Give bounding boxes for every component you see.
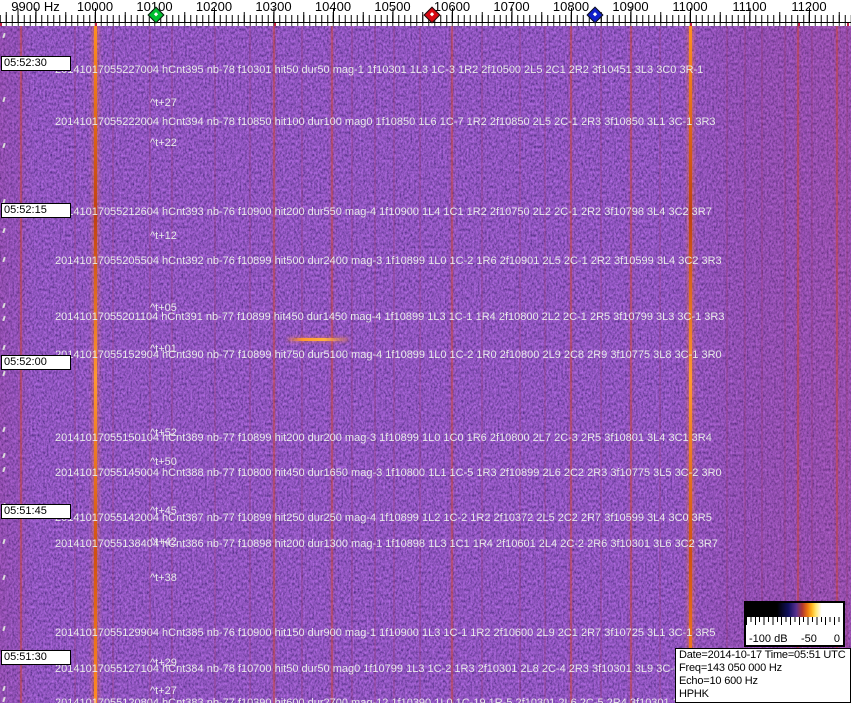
color-scale-min-label: -100 dB	[749, 633, 788, 645]
time-label-055130: 05:51:30	[1, 650, 71, 665]
green-diamond-marker-dot	[153, 12, 158, 17]
detection-log-line: 20141017055152904 hCnt390 nb-77 f10899 h…	[55, 349, 722, 361]
ruler-sub-tick-red	[847, 23, 850, 26]
detection-time-annotation: ^t+27	[150, 97, 177, 109]
color-scale-labels: -100 dB -50 0	[746, 631, 843, 645]
time-label-055230: 05:52:30	[1, 56, 71, 71]
detection-log-line: 20141017055138404 hCnt386 nb-77 f10898 h…	[55, 538, 718, 550]
info-echo: Echo=10 600 Hz	[679, 675, 758, 687]
detection-time-annotation: ^t+27	[150, 685, 177, 697]
detection-log-line: 20141017055222004 hCnt394 nb-78 f10850 h…	[55, 116, 716, 128]
db-color-scale: -100 dB -50 0	[744, 601, 845, 647]
time-label-055215: 05:52:15	[1, 203, 71, 218]
detection-log-line: 20141017055150104 hCnt389 nb-77 f10899 h…	[55, 432, 712, 444]
spectrogram-app-window: 9900 Hz100001010010200103001040010500106…	[0, 0, 851, 703]
ruler-sub-tick-red	[690, 23, 692, 26]
detection-log-line: 20141017055127104 hCnt384 nb-78 f10700 h…	[55, 663, 698, 675]
carrier-line-11062hz	[725, 26, 728, 703]
blue-diamond-marker-dot	[592, 12, 597, 17]
time-label-055200: 05:52:00	[1, 355, 71, 370]
ruler-sub-tick-red	[95, 23, 97, 26]
color-scale-mid-label: -50	[801, 633, 817, 645]
detection-log-line: 20141017055120804 hCnt383 nb-77 f10390 h…	[55, 697, 692, 703]
color-scale-gradient	[746, 603, 843, 617]
meteor-echo-streak	[288, 338, 348, 341]
color-scale-ticks	[746, 617, 843, 627]
time-label-055145: 05:51:45	[1, 504, 71, 519]
detection-log-line: 20141017055212604 hCnt393 nb-76 f10900 h…	[55, 206, 712, 218]
red-diamond-marker-dot	[430, 12, 435, 17]
frequency-ruler: 9900 Hz100001010010200103001040010500106…	[0, 0, 851, 26]
ruler-sub-tick-red	[797, 23, 800, 26]
color-scale-max-label: 0	[833, 633, 840, 645]
ruler-sub-tick-red	[273, 23, 276, 26]
detection-log-line: 20141017055145004 hCnt388 nb-77 f10800 h…	[55, 467, 722, 479]
carrier-line-11264hz	[846, 26, 849, 703]
detection-log-line: 20141017055227004 hCnt395 nb-78 f10301 h…	[55, 64, 704, 76]
ruler-sub-ticks	[0, 23, 851, 26]
status-info-box: Date=2014-10-17 Time=05:51 UTC Freq=143 …	[675, 648, 851, 703]
info-date-time: Date=2014-10-17 Time=05:51 UTC	[679, 649, 846, 661]
detection-time-annotation: ^t+38	[150, 572, 177, 584]
detection-log-line: 20141017055205504 hCnt392 nb-76 f10899 h…	[55, 255, 722, 267]
info-station-code: HPHK	[679, 688, 709, 700]
detection-log-line: 20141017055129904 hCnt385 nb-76 f10900 h…	[55, 627, 716, 639]
detection-time-annotation: ^t+22	[150, 137, 177, 149]
detection-log-line: 20141017055142004 hCnt387 nb-77 f10899 h…	[55, 512, 712, 524]
ruler-sub-tick-red	[0, 23, 2, 26]
detection-log-line: 20141017055201104 hCnt391 nb-77 f10899 h…	[55, 311, 725, 323]
info-frequency: Freq=143 050 000 Hz	[679, 662, 782, 674]
spectrogram-canvas[interactable]: 20141017055227004 hCnt395 nb-78 f10301 h…	[0, 26, 851, 703]
detection-time-annotation: ^t+12	[150, 230, 177, 242]
